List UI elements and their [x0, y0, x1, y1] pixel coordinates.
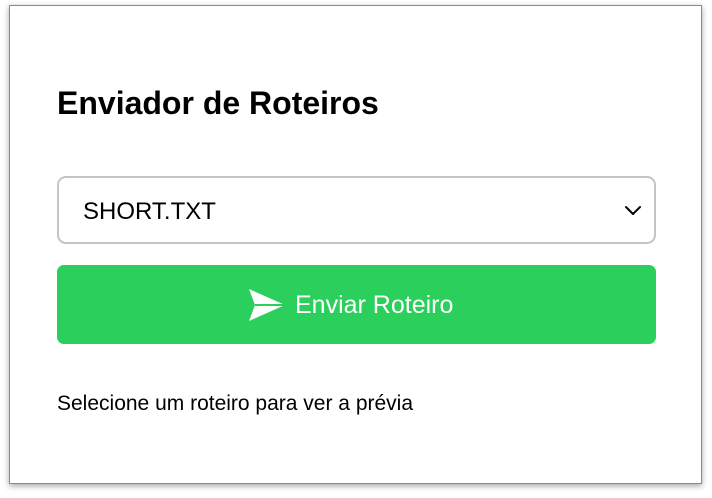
- page-title: Enviador de Roteiros: [57, 85, 379, 121]
- script-select-value: SHORT.TXT: [83, 198, 216, 225]
- script-select[interactable]: SHORT.TXT: [57, 176, 656, 244]
- chevron-down-icon: [624, 203, 642, 217]
- paper-plane-icon: [247, 287, 287, 323]
- preview-hint: Selecione um roteiro para ver a prévia: [57, 392, 414, 415]
- send-button-label: Enviar Roteiro: [295, 291, 454, 319]
- send-button-content: Enviar Roteiro: [247, 287, 453, 323]
- main-card: Enviador de Roteiros SHORT.TXT Enviar Ro…: [9, 5, 702, 484]
- send-script-button[interactable]: Enviar Roteiro: [57, 265, 656, 344]
- page-background: Enviador de Roteiros SHORT.TXT Enviar Ro…: [0, 0, 712, 498]
